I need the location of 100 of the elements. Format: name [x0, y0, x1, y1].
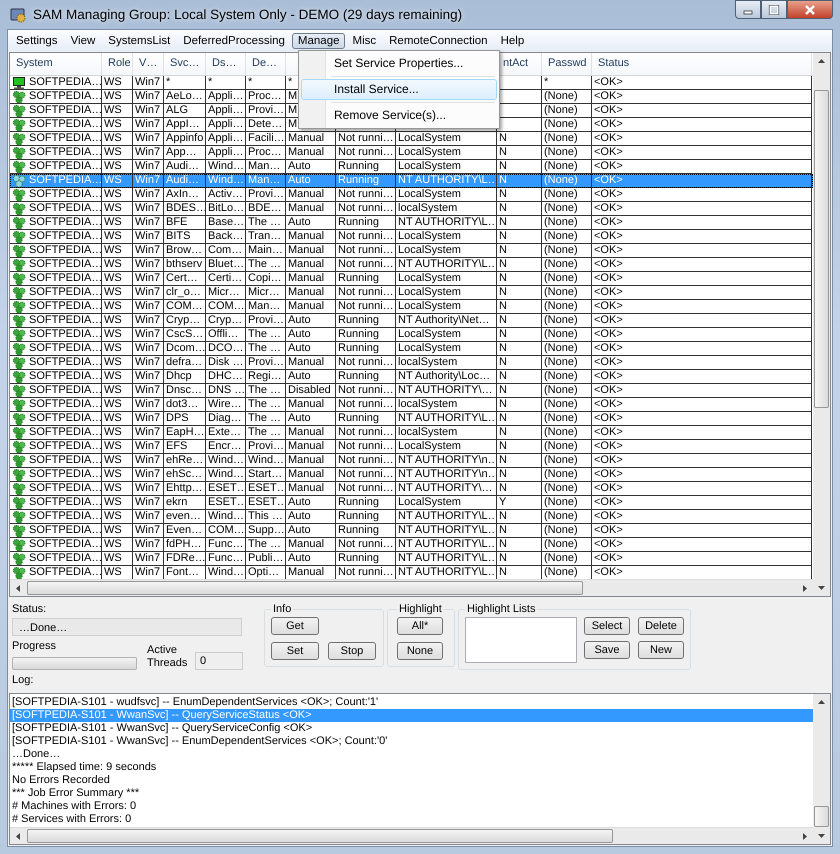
- table-row[interactable]: SOFTPEDIA…WS Win7 Dnsc… DNS … The … Disabled Not runni… NT AUTHORITY\… N (None) <OK>: [10, 384, 813, 398]
- table-row[interactable]: SOFTPEDIA…WS Win7 COM… COM… Man… Manual Not runni… LocalSystem N (None) <OK>: [10, 300, 813, 314]
- minimize-button[interactable]: [735, 0, 761, 19]
- scrollbar-thumb[interactable]: [814, 90, 829, 408]
- table-row[interactable]: SOFTPEDIA…WS Win7 ehSc… Wind… Start… Manual Not runni… NT AUTHORITY\n…N (None) <OK>: [10, 468, 813, 482]
- button[interactable]: Select: [584, 617, 630, 635]
- column-header[interactable]: Passwd: [542, 53, 592, 75]
- table-cell: WS: [102, 104, 133, 118]
- button[interactable]: All*: [397, 617, 443, 635]
- log-line[interactable]: *** Job Error Summary ***: [10, 787, 813, 800]
- table-cell: Manual: [286, 272, 336, 286]
- down-arrow-icon: [817, 583, 826, 592]
- table-cell: SOFTPEDIA…: [29, 496, 101, 509]
- menu-item[interactable]: Set Service Properties...: [301, 53, 497, 74]
- menu-item[interactable]: Help: [494, 32, 530, 48]
- table-cell: Supp…: [246, 524, 286, 538]
- table-row[interactable]: SOFTPEDIA…WS Win7 fdPH… Func… The … Manual Not runni… NT AUTHORITY\L…N (None) <OK>: [10, 538, 813, 552]
- table-row[interactable]: SOFTPEDIA…WS Win7 Ehttp… ESET…ESET…Manual Not runni… NT AUTHORITY\… N (None) <OK>: [10, 482, 813, 496]
- table-row[interactable]: SOFTPEDIA…WS Win7 dot3… Wire… The … Manual Not runni… localSystem N (None) <OK>: [10, 398, 813, 412]
- table-row[interactable]: SOFTPEDIA…WS Win7 EFS Encr… Provi… Manual Not runni… LocalSystem N (None) <OK>: [10, 440, 813, 454]
- button[interactable]: New: [638, 641, 684, 659]
- horizontal-scrollbar[interactable]: [10, 579, 813, 596]
- table-row[interactable]: SOFTPEDIA…WS Win7 BFE Base… The … Auto Running NT AUTHORITY\L…N (None) <OK>: [10, 216, 813, 230]
- table-cell: Auto: [286, 412, 336, 426]
- table-row[interactable]: SOFTPEDIA…WS Win7 even… Wind… This … Auto Running NT AUTHORITY\L…N (None) <OK>: [10, 510, 813, 524]
- log-line[interactable]: …Done…: [10, 748, 813, 761]
- table-cell: Running: [336, 174, 396, 188]
- log-line[interactable]: [SOFTPEDIA-S101 - WwanSvc] -- EnumDependentServices <OK>; Count:'0': [10, 735, 813, 748]
- table-row[interactable]: SOFTPEDIA…WS Win7 Cert… Certi… Copi… Manual Running LocalSystem N (None) <OK>: [10, 272, 813, 286]
- log-line[interactable]: [SOFTPEDIA-S101 - WwanSvc] -- QueryServiceConfig <OK>: [10, 722, 813, 735]
- table-row[interactable]: SOFTPEDIA…WS Win7 Brow… Com… Main… Manual Not runni… LocalSystem N (None) <OK>: [10, 244, 813, 258]
- menu-item[interactable]: Install Service...: [301, 79, 497, 100]
- button[interactable]: Set: [271, 642, 319, 660]
- log-line[interactable]: ***** Elapsed time: 9 seconds: [10, 761, 813, 774]
- table-cell: Not runni…: [336, 426, 396, 440]
- column-header[interactable]: Status: [592, 53, 812, 75]
- column-header[interactable]: Ds…: [206, 53, 246, 75]
- table-cell: (None): [542, 202, 592, 216]
- table-row[interactable]: SOFTPEDIA…WS Win7 FDRe… Func… Publi… Auto Running NT AUTHORITY\L…N (None) <OK>: [10, 552, 813, 566]
- table-cell: (None): [542, 510, 592, 524]
- log-line[interactable]: [SOFTPEDIA-S101 - wudfsvc] -- EnumDependentServices <OK>; Count:'1': [10, 696, 813, 709]
- table-row[interactable]: SOFTPEDIA…WS Win7 Dhcp DHC… Regi… Auto Running NT Authority\Loc… N (None) <OK>: [10, 370, 813, 384]
- table-row[interactable]: SOFTPEDIA…WS Win7 ekrn ESET…ESET…Auto Running LocalSystem Y (None) <OK>: [10, 496, 813, 510]
- menu-item[interactable]: Misc: [346, 32, 382, 48]
- scrollbar-thumb[interactable]: [27, 581, 583, 595]
- gear-icon: [12, 342, 26, 355]
- button[interactable]: Save: [584, 641, 630, 659]
- table-cell: <OK>: [592, 104, 812, 118]
- table-cell: N: [497, 230, 542, 244]
- button[interactable]: None: [397, 642, 443, 660]
- table-cell: SOFTPEDIA…: [29, 314, 101, 327]
- menu-item[interactable]: SystemsList: [102, 32, 176, 48]
- table-row[interactable]: SOFTPEDIA…WS Win7 Cryp… Cryp… Provi… Auto Running NT Authority\Net… N (None) <OK>: [10, 314, 813, 328]
- table-row[interactable]: SOFTPEDIA…WS Win7 clr_o… Micr… Micr… Manual Not runni… LocalSystem N (None) <OK>: [10, 286, 813, 300]
- log-line[interactable]: # Machines with Errors: 0: [10, 800, 813, 813]
- column-header[interactable]: De…: [246, 53, 286, 75]
- vertical-scrollbar[interactable]: [813, 53, 830, 596]
- table-row[interactable]: SOFTPEDIA…WS Win7 EapH… Exte… The … Manual Not runni… localSystem N (None) <OK>: [10, 426, 813, 440]
- gear-icon: [12, 188, 26, 201]
- table-cell: Win7: [133, 230, 164, 244]
- menu-item[interactable]: DeferredProcessing: [177, 32, 291, 48]
- table-cell: Provi…: [246, 104, 286, 118]
- table-row[interactable]: SOFTPEDIA…WS Win7 AxIn… Activ… Provi… Manual Not runni… LocalSystem N (None) <OK>: [10, 188, 813, 202]
- column-header[interactable]: Role: [102, 53, 133, 75]
- menu-item[interactable]: View: [64, 32, 102, 48]
- log-line[interactable]: No Errors Recorded: [10, 774, 813, 787]
- menu-item[interactable]: RemoteConnection: [383, 32, 494, 48]
- table-cell: N: [497, 524, 542, 538]
- column-header[interactable]: V…: [133, 53, 164, 75]
- horizontal-scrollbar[interactable]: [10, 827, 813, 844]
- list-box[interactable]: [465, 617, 577, 663]
- column-header[interactable]: Svc…: [164, 53, 206, 75]
- table-row[interactable]: SOFTPEDIA…WS Win7 bthserv Bluet… The … Manual Not runni… NT AUTHORITY\L…N (None) <OK>: [10, 258, 813, 272]
- button[interactable]: Get: [271, 617, 319, 635]
- table-cell: The …: [246, 342, 286, 356]
- table-row[interactable]: SOFTPEDIA…WS Win7 Appinfo Appli… Facili… Manual Not runni… LocalSystem N (None) <OK>: [10, 132, 813, 146]
- table-cell: Win7: [133, 286, 164, 300]
- button[interactable]: Delete: [638, 617, 684, 635]
- scrollbar-thumb[interactable]: [814, 806, 829, 827]
- table-row[interactable]: SOFTPEDIA…WS Win7 Even… COM… Supp… Auto Running NT AUTHORITY\L…N (None) <OK>: [10, 524, 813, 538]
- log-line[interactable]: # Services with Errors: 0: [10, 813, 813, 826]
- table-row[interactable]: SOFTPEDIA…WS Win7 defra… Disk … Provi… Manual Not runni… localSystem N (None) <OK>: [10, 356, 813, 370]
- menu-item[interactable]: Settings: [10, 32, 64, 48]
- vertical-scrollbar[interactable]: [813, 694, 830, 844]
- table-row[interactable]: SOFTPEDIA…WS Win7 DPS Diag… The … Auto Running NT AUTHORITY\L…N (None) <OK>: [10, 412, 813, 426]
- table-cell: SOFTPEDIA…: [29, 328, 101, 341]
- table-cell: LocalSystem: [396, 272, 497, 286]
- table-cell: N: [497, 342, 542, 356]
- table-row[interactable]: SOFTPEDIA…WS Win7 Dcom… DCO… The … Auto Running LocalSystem N (None) <OK>: [10, 342, 813, 356]
- table-row[interactable]: SOFTPEDIA…WS Win7 BITS Back… Tran… Manual Not runni… LocalSystem N (None) <OK>: [10, 230, 813, 244]
- close-button[interactable]: [787, 0, 833, 19]
- table-row[interactable]: SOFTPEDIA…WS Win7 ehRe… Wind… Wind… Manual Not runni… NT AUTHORITY\n…N (None) <OK>: [10, 454, 813, 468]
- table-cell: Manual: [286, 230, 336, 244]
- scrollbar-thumb[interactable]: [27, 829, 614, 843]
- table-row[interactable]: SOFTPEDIA…WS Win7 CscS… Offli… The … Auto Running LocalSystem N (None) <OK>: [10, 328, 813, 342]
- column-header[interactable]: System: [10, 53, 102, 75]
- button[interactable]: Stop: [328, 642, 376, 660]
- table-row[interactable]: SOFTPEDIA…WS Win7 App… Appli… Proc… Manual Not runni… LocalSystem N (None) <OK>: [10, 146, 813, 160]
- menu-item[interactable]: Manage: [292, 32, 346, 48]
- maximize-button[interactable]: [761, 0, 787, 19]
